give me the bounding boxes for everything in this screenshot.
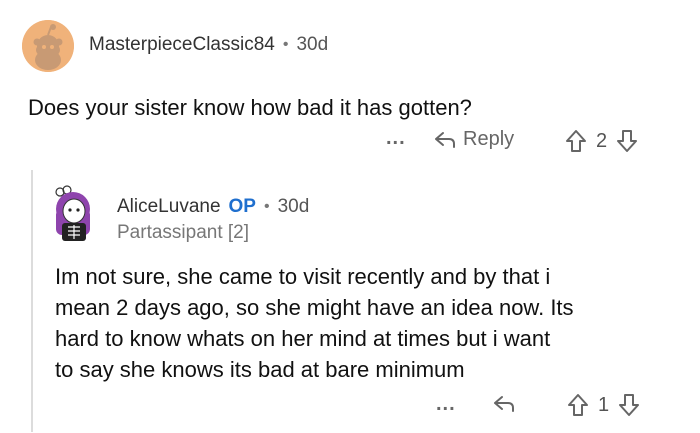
- reply-arrow-icon: [435, 131, 455, 148]
- comment-text: Does your sister know how bad it has got…: [28, 95, 472, 120]
- vote-controls: 2: [564, 128, 639, 154]
- reply-label: Reply: [463, 128, 515, 150]
- comment-header: AliceLuvane OP • 30d: [117, 196, 309, 218]
- op-badge: OP: [228, 196, 256, 217]
- comment-body: Im not sure, she came to visit recently …: [55, 261, 685, 385]
- comment-text-line: to say she knows its bad at bare minimum: [55, 357, 465, 382]
- avatar[interactable]: [22, 20, 74, 72]
- downvote-arrow-icon[interactable]: [617, 392, 641, 418]
- custom-avatar-icon: [55, 185, 90, 241]
- separator-dot: •: [263, 198, 270, 215]
- user-flair: Partassipant [2]: [117, 222, 250, 243]
- vote-controls: 1: [566, 392, 641, 418]
- username[interactable]: AliceLuvane: [117, 196, 221, 218]
- vote-count: 1: [598, 393, 610, 416]
- more-dots-icon: ...: [436, 393, 456, 415]
- reply-button[interactable]: Reply: [433, 128, 514, 151]
- avatar[interactable]: [48, 185, 98, 243]
- reddit-snoo-avatar-icon: [22, 20, 74, 72]
- vote-count: 2: [596, 129, 608, 152]
- comment-body: Does your sister know how bad it has got…: [28, 92, 472, 123]
- reply-button[interactable]: [492, 393, 516, 415]
- comment-header: MasterpieceClassic84 • 30d: [89, 34, 328, 56]
- username[interactable]: MasterpieceClassic84: [89, 34, 275, 56]
- thread-line[interactable]: [31, 170, 33, 432]
- comment-text-line: Im not sure, she came to visit recently …: [55, 264, 551, 289]
- more-dots-icon: ...: [386, 127, 406, 149]
- comment-text-line: mean 2 days ago, so she might have an id…: [55, 295, 574, 320]
- downvote-arrow-icon[interactable]: [615, 128, 639, 154]
- comment-age: 30d: [277, 196, 310, 217]
- more-options-button[interactable]: ...: [386, 127, 406, 150]
- reply-arrow-icon: [494, 396, 514, 412]
- comment-text-line: hard to know whats on her mind at times …: [55, 326, 551, 351]
- upvote-arrow-icon[interactable]: [566, 392, 590, 418]
- more-options-button[interactable]: ...: [436, 393, 456, 416]
- comment-age: 30d: [296, 34, 329, 55]
- upvote-arrow-icon[interactable]: [564, 128, 588, 154]
- separator-dot: •: [282, 36, 289, 53]
